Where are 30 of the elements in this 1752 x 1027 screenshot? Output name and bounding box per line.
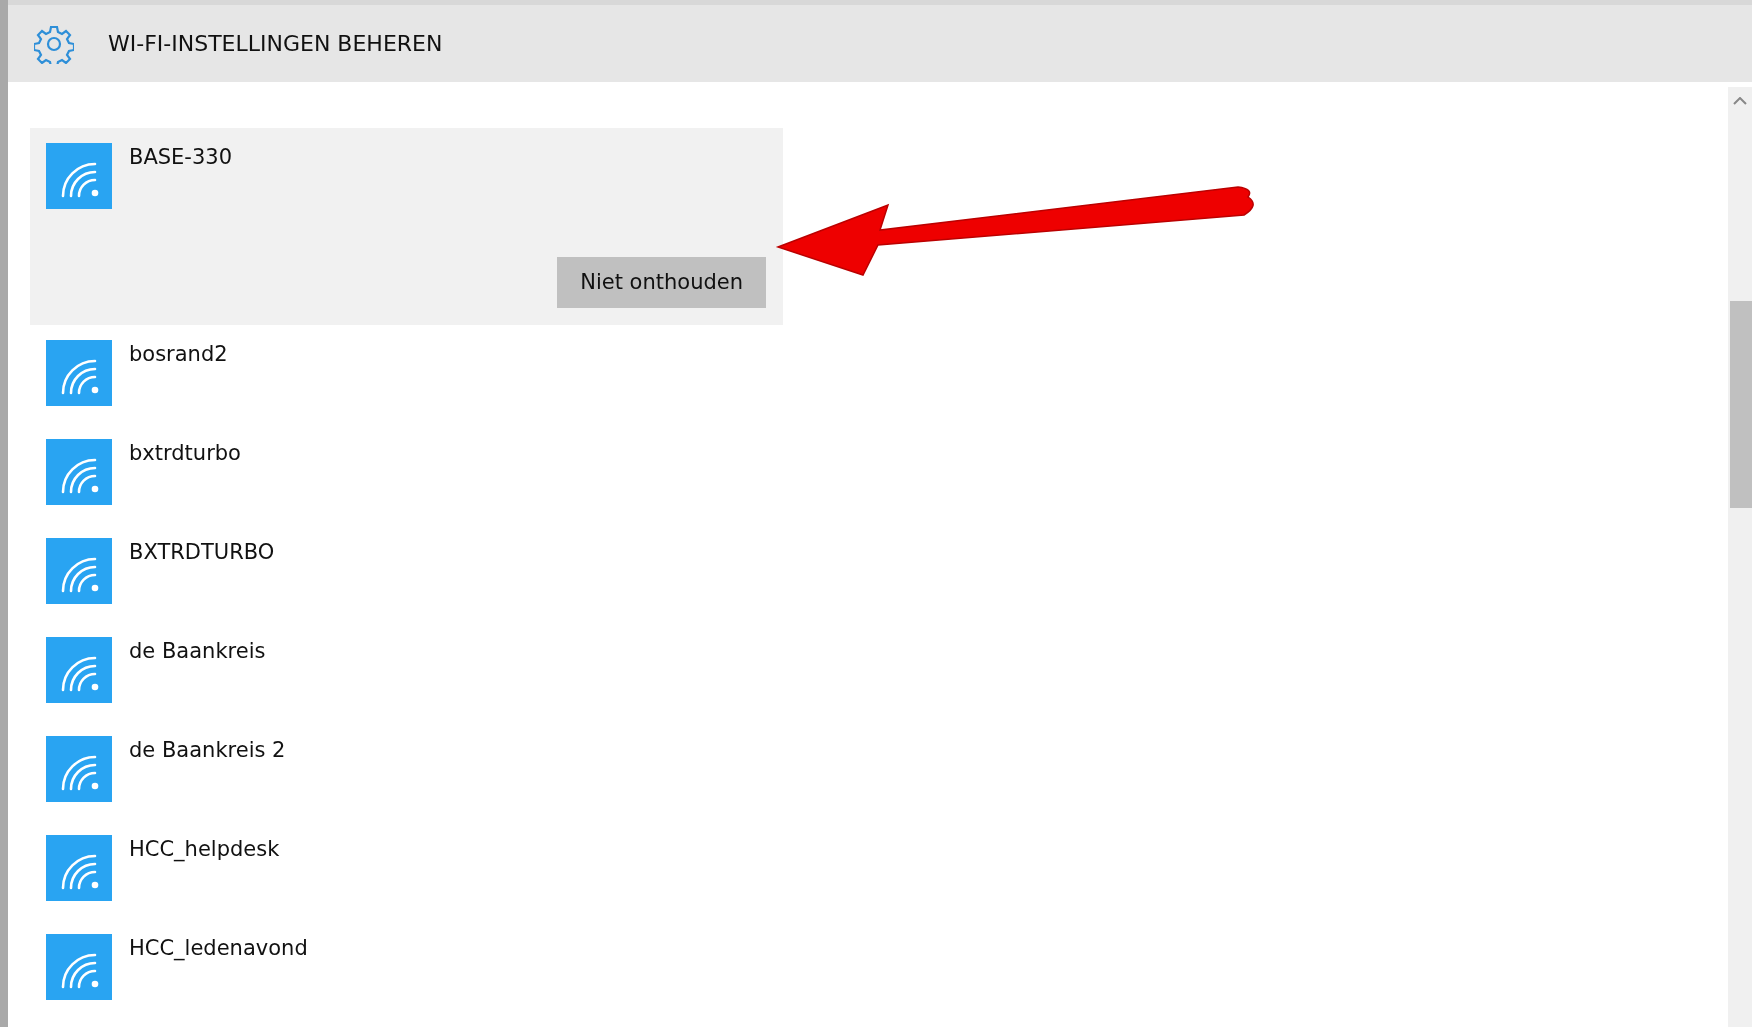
wifi-icon: [46, 835, 112, 901]
scroll-up-icon[interactable]: [1733, 97, 1747, 105]
network-name: de Baankreis: [129, 638, 266, 665]
wifi-icon: [46, 736, 112, 802]
network-item[interactable]: de Baankreis: [30, 622, 783, 721]
network-item[interactable]: HCC_helpdesk: [30, 820, 783, 919]
network-name: BASE-330: [129, 144, 233, 171]
network-name: HCC_ledenavond: [129, 935, 308, 963]
network-item[interactable]: BASE-330 Niet onthouden: [30, 128, 783, 325]
settings-icon: [34, 23, 74, 64]
wifi-icon: [46, 934, 112, 1000]
network-item[interactable]: BXTRDTURBO: [30, 523, 783, 622]
wifi-icon: [46, 340, 112, 406]
network-name: de Baankreis 2: [129, 737, 286, 764]
network-item[interactable]: de Baankreis 2: [30, 721, 783, 820]
wifi-icon: [46, 439, 112, 505]
network-item[interactable]: bxtrdturbo: [30, 424, 783, 523]
window-title: WI-FI-INSTELLINGEN BEHEREN: [108, 30, 443, 58]
wifi-icon: [46, 637, 112, 703]
wifi-icon: [46, 538, 112, 604]
scrollbar[interactable]: [1728, 87, 1752, 1027]
forget-button[interactable]: Niet onthouden: [557, 256, 766, 308]
network-name: BXTRDTURBO: [129, 539, 275, 566]
network-item[interactable]: HCC_ledenavond: [30, 919, 783, 1018]
network-name: HCC_helpdesk: [129, 836, 280, 864]
network-name: bxtrdturbo: [129, 440, 241, 467]
wifi-icon: [46, 143, 112, 209]
network-name: bosrand2: [129, 341, 228, 368]
scrollbar-thumb[interactable]: [1730, 301, 1752, 508]
network-item[interactable]: bosrand2: [30, 325, 783, 424]
